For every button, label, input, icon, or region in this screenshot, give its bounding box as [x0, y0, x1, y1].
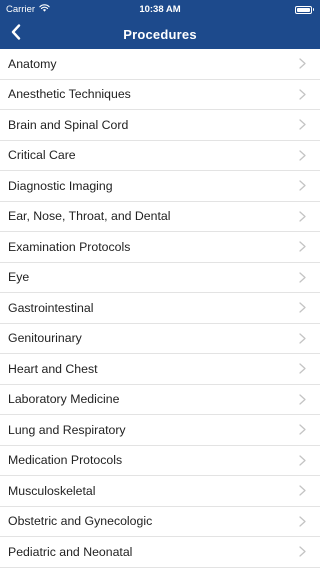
page-title: Procedures	[123, 26, 197, 42]
chevron-right-icon	[299, 424, 306, 435]
list-item[interactable]: Laboratory Medicine	[0, 385, 320, 415]
list-item[interactable]: Eye	[0, 263, 320, 293]
status-bar: Carrier 10:38 AM	[0, 0, 320, 19]
chevron-right-icon	[299, 150, 306, 161]
list-item[interactable]: Obstetric and Gynecologic	[0, 507, 320, 537]
list-item-label: Musculoskeletal	[8, 483, 96, 498]
carrier-label: Carrier	[6, 4, 36, 15]
list-item-label: Gastrointestinal	[8, 300, 94, 315]
chevron-right-icon	[299, 485, 306, 496]
chevron-right-icon	[299, 58, 306, 69]
list-item-label: Genitourinary	[8, 331, 82, 346]
list-item[interactable]: Genitourinary	[0, 324, 320, 354]
list-item[interactable]: Ear, Nose, Throat, and Dental	[0, 202, 320, 232]
chevron-right-icon	[299, 241, 306, 252]
status-left: Carrier	[6, 4, 50, 15]
list-item-label: Ear, Nose, Throat, and Dental	[8, 209, 171, 224]
chevron-right-icon	[299, 363, 306, 374]
chevron-right-icon	[299, 89, 306, 100]
list-item[interactable]: Critical Care	[0, 141, 320, 171]
wifi-icon	[39, 4, 50, 15]
list-item-label: Laboratory Medicine	[8, 392, 120, 407]
chevron-right-icon	[299, 333, 306, 344]
chevron-right-icon	[299, 516, 306, 527]
list-item-label: Pediatric and Neonatal	[8, 544, 133, 559]
list-item-label: Anatomy	[8, 56, 57, 71]
chevron-right-icon	[299, 546, 306, 557]
list-item[interactable]: Brain and Spinal Cord	[0, 110, 320, 141]
list-item[interactable]: Gastrointestinal	[0, 293, 320, 324]
list-item[interactable]: Examination Protocols	[0, 232, 320, 263]
chevron-right-icon	[299, 272, 306, 283]
list-item-label: Anesthetic Techniques	[8, 87, 131, 102]
list-item[interactable]: Musculoskeletal	[0, 476, 320, 507]
list-item-label: Obstetric and Gynecologic	[8, 514, 153, 529]
list-item-label: Examination Protocols	[8, 239, 131, 254]
list-item[interactable]: Diagnostic Imaging	[0, 171, 320, 202]
list-item[interactable]: Anesthetic Techniques	[0, 80, 320, 110]
chevron-left-icon	[11, 23, 21, 45]
list-item[interactable]: Pediatric and Neonatal	[0, 537, 320, 568]
chevron-right-icon	[299, 455, 306, 466]
list-item-label: Lung and Respiratory	[8, 422, 126, 437]
list-item[interactable]: Heart and Chest	[0, 354, 320, 385]
list-item-label: Eye	[8, 270, 30, 285]
list-item[interactable]: Anatomy	[0, 49, 320, 80]
back-button[interactable]	[0, 19, 32, 49]
chevron-right-icon	[299, 302, 306, 313]
navigation-bar: Procedures	[0, 19, 320, 49]
list-item-label: Brain and Spinal Cord	[8, 117, 129, 132]
list-item[interactable]: Medication Protocols	[0, 446, 320, 476]
chevron-right-icon	[299, 119, 306, 130]
list-item-label: Critical Care	[8, 148, 76, 163]
chevron-right-icon	[299, 394, 306, 405]
list-item-label: Medication Protocols	[8, 453, 123, 468]
list-item-label: Diagnostic Imaging	[8, 178, 113, 193]
list-item[interactable]: Lung and Respiratory	[0, 415, 320, 446]
list-item-label: Heart and Chest	[8, 361, 98, 376]
battery-icon	[294, 5, 314, 14]
chevron-right-icon	[299, 180, 306, 191]
procedures-list: Anatomy Anesthetic Techniques Brain and Sp…	[0, 49, 320, 568]
chevron-right-icon	[299, 211, 306, 222]
